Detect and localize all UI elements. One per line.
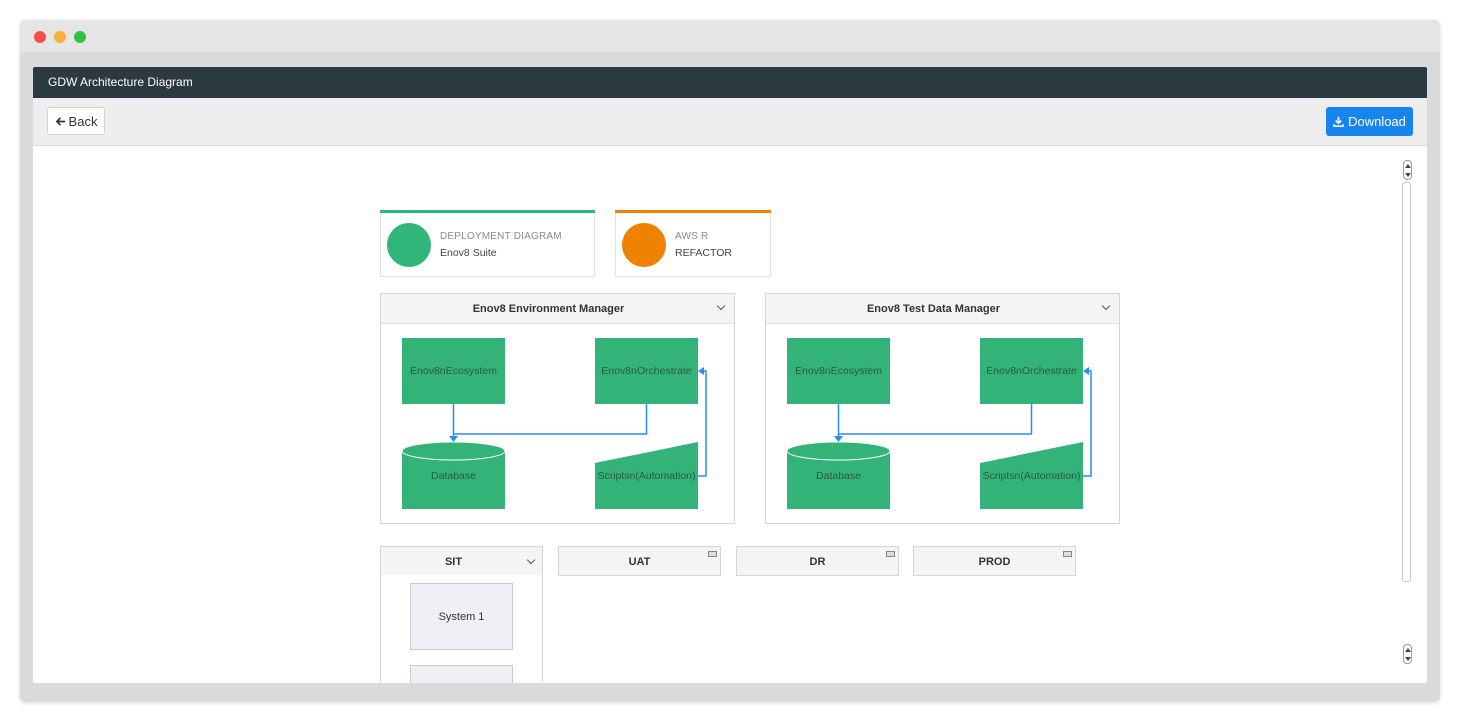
arrowhead-icon [698,367,704,375]
browser-window: GDW Architecture Diagram Back Download D… [20,20,1440,702]
card-value: Enov8 Suite [440,247,497,259]
scroll-up-icon [1404,647,1411,652]
diagram-canvas: DEPLOYMENT DIAGRAM Enov8 Suite AWS R REF… [33,146,1427,683]
aws-status-circle-icon [622,223,666,267]
card-value: REFACTOR [675,247,732,259]
download-button[interactable]: Download [1326,107,1413,136]
system-node[interactable] [410,665,513,683]
window-titlebar [20,20,1440,52]
app-header: GDW Architecture Diagram [33,67,1427,98]
env-tab-label: UAT [628,556,651,568]
vertical-scrollbar[interactable] [1402,182,1411,582]
card-accent-line [380,210,595,213]
connector-line [698,370,707,477]
scroll-up-down-control-bottom[interactable] [1403,644,1412,664]
scroll-down-icon [1404,172,1411,177]
minimize-window-button[interactable] [54,31,66,43]
orchestrate-node-label: Enov8nOrchestrate [986,365,1077,377]
card-label: DEPLOYMENT DIAGRAM [440,231,562,242]
deployment-status-circle-icon [387,223,431,267]
sit-panel-body: System 1 [380,575,543,683]
back-button-label: Back [68,113,98,129]
scroll-down-icon [1404,656,1411,661]
flow-diagram [786,338,1092,509]
env-tab-dr[interactable]: DR [736,546,899,576]
env-tab-label: SIT [444,556,463,568]
close-window-button[interactable] [34,31,46,43]
connector-line [453,404,648,435]
expand-icon[interactable] [708,551,717,557]
connector-line [838,404,1033,435]
scroll-up-down-control-top[interactable] [1403,160,1412,180]
environment-manager-panel: Enov8 Environment Manager Enov8nEcosyste… [380,293,735,524]
card-label: AWS R [675,231,709,242]
arrowhead-icon [834,436,843,442]
database-top-ellipse [401,441,506,461]
env-tab-label: DR [809,556,826,568]
orchestrate-node-label: Enov8nOrchestrate [601,365,692,377]
arrowhead-icon [449,436,458,442]
back-button[interactable]: Back [47,107,105,135]
page-title: GDW Architecture Diagram [48,75,193,89]
flow-diagram [401,338,707,509]
scripts-node-label: Scriptsn(Automation) [597,470,696,482]
env-tab-prod[interactable]: PROD [913,546,1076,576]
expand-icon[interactable] [886,551,895,557]
env-tab-uat[interactable]: UAT [558,546,721,576]
database-node-label: Database [816,470,861,482]
card-accent-line [615,210,771,213]
download-icon [1333,116,1344,127]
expand-icon[interactable] [1063,551,1072,557]
toolbar: Back Download [33,98,1427,146]
scroll-up-icon [1404,163,1411,168]
maximize-window-button[interactable] [74,31,86,43]
ecosystem-node-label: Enov8nEcosystem [410,365,497,377]
arrowhead-icon [1083,367,1089,375]
scripts-node-label: Scriptsn(Automation) [982,470,1081,482]
chevron-down-icon[interactable] [526,555,536,565]
aws-refactor-card: AWS R REFACTOR [615,210,771,277]
database-node-label: Database [431,470,476,482]
app-container: GDW Architecture Diagram Back Download D… [33,67,1427,683]
system-node[interactable]: System 1 [410,583,513,650]
database-top-ellipse [786,441,891,461]
download-button-label: Download [1348,114,1406,129]
env-tab-sit[interactable]: SIT [380,546,543,576]
connector-line [1083,370,1092,477]
arrow-left-icon [55,116,65,126]
test-data-manager-panel: Enov8 Test Data Manager Enov8nEcosystem [765,293,1120,524]
deployment-diagram-card: DEPLOYMENT DIAGRAM Enov8 Suite [380,210,595,277]
env-tab-label: PROD [978,556,1011,568]
ecosystem-node-label: Enov8nEcosystem [795,365,882,377]
